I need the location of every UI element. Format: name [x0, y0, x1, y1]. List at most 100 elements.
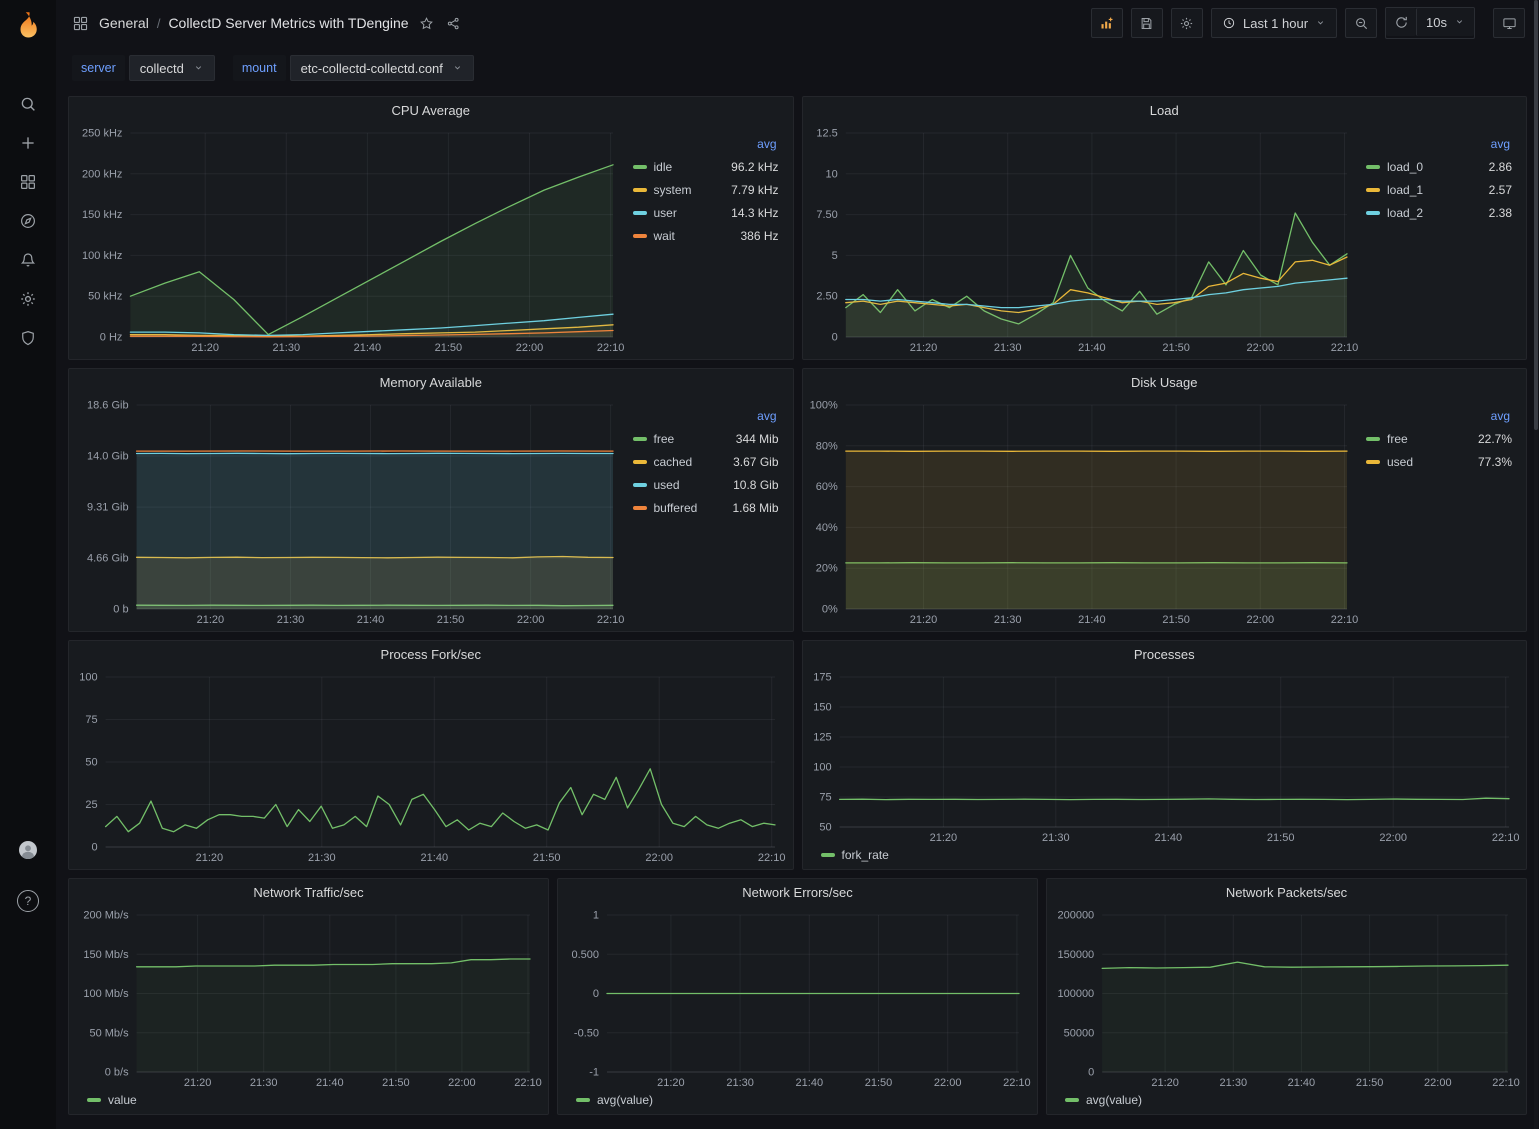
zoom-out-button[interactable] — [1345, 8, 1377, 38]
svg-text:22:00: 22:00 — [448, 1077, 476, 1089]
search-button[interactable] — [8, 84, 48, 123]
svg-text:-1: -1 — [589, 1067, 599, 1079]
legend-item[interactable]: system7.79 kHz — [633, 178, 779, 201]
star-dashboard-button[interactable] — [417, 14, 436, 33]
legend-item[interactable]: free344 Mib — [633, 427, 779, 450]
panel-network-traffic: Network Traffic/sec 21:2021:3021:4021:50… — [68, 878, 549, 1115]
legend-header-avg[interactable]: avg — [1366, 409, 1512, 423]
dashboards-button[interactable] — [8, 162, 48, 201]
panel-title[interactable]: Processes — [803, 641, 1527, 667]
legend-item[interactable]: load_22.38 — [1366, 201, 1512, 224]
user-avatar[interactable] — [8, 830, 48, 869]
variable-select-server[interactable]: collectd — [129, 55, 215, 81]
search-icon — [19, 95, 37, 113]
svg-text:21:20: 21:20 — [197, 614, 225, 626]
legend-item[interactable]: idle96.2 kHz — [633, 155, 779, 178]
apps-button[interactable] — [70, 15, 91, 32]
configuration-button[interactable] — [8, 279, 48, 318]
svg-text:21:20: 21:20 — [1151, 1077, 1179, 1089]
legend-item[interactable]: free22.7% — [1366, 427, 1512, 450]
panel-title[interactable]: Load — [803, 97, 1527, 123]
legend-item[interactable]: user14.3 kHz — [633, 201, 779, 224]
save-dashboard-button[interactable] — [1131, 8, 1163, 38]
svg-text:22:10: 22:10 — [597, 614, 625, 626]
panel-title[interactable]: Network Errors/sec — [558, 879, 1037, 905]
svg-text:0 b: 0 b — [113, 604, 128, 616]
legend-item[interactable]: load_02.86 — [1366, 155, 1512, 178]
legend-item[interactable]: used77.3% — [1366, 450, 1512, 473]
plot-area[interactable]: 21:2021:3021:4021:5022:0022:100500001000… — [1053, 907, 1520, 1090]
svg-text:21:20: 21:20 — [909, 342, 937, 354]
svg-text:21:30: 21:30 — [993, 614, 1021, 626]
legend-item[interactable]: avg(value) — [1065, 1090, 1142, 1110]
panel-title[interactable]: CPU Average — [69, 97, 793, 123]
svg-text:150000: 150000 — [1057, 949, 1094, 961]
legend-item[interactable]: wait386 Hz — [633, 224, 779, 247]
series-color-swatch — [633, 211, 647, 215]
legend-item[interactable]: buffered1.68 Mib — [633, 496, 779, 519]
svg-text:22:00: 22:00 — [516, 342, 544, 354]
help-button[interactable]: ? — [8, 881, 48, 920]
add-panel-button[interactable] — [1091, 8, 1123, 38]
panel-chart-area: 21:2021:3021:4021:5022:0022:100500001000… — [1047, 905, 1526, 1114]
plot-area[interactable]: 21:2021:3021:4021:5022:0022:100 b4.66 Gi… — [75, 397, 625, 627]
dashboard-settings-button[interactable] — [1171, 8, 1203, 38]
legend-header-avg[interactable]: avg — [633, 409, 779, 423]
top-navbar: General / CollectD Server Metrics with T… — [56, 0, 1539, 46]
variable-value-server: collectd — [140, 61, 184, 76]
legend-item[interactable]: used10.8 Gib — [633, 473, 779, 496]
legend-item[interactable]: avg(value) — [576, 1090, 653, 1110]
share-dashboard-button[interactable] — [444, 14, 463, 33]
svg-text:50: 50 — [85, 757, 97, 769]
cycle-view-mode-button[interactable] — [1493, 8, 1525, 38]
server-admin-button[interactable] — [8, 318, 48, 357]
plot-area[interactable]: 21:2021:3021:4021:5022:0022:100255075100 — [75, 669, 787, 865]
refresh-interval-picker[interactable]: 10s — [1416, 8, 1474, 36]
plot-area[interactable]: 21:2021:3021:4021:5022:0022:1002.5057.50… — [809, 125, 1359, 355]
series-avg-value: 2.86 — [1489, 160, 1512, 174]
legend-item[interactable]: fork_rate — [821, 845, 889, 865]
star-icon — [419, 16, 434, 31]
scrollbar-thumb[interactable] — [1534, 0, 1538, 430]
explore-button[interactable] — [8, 201, 48, 240]
panel-title[interactable]: Process Fork/sec — [69, 641, 793, 667]
svg-text:25: 25 — [85, 799, 97, 811]
series-avg-value: 10.8 Gib — [733, 478, 778, 492]
svg-text:100: 100 — [813, 762, 831, 774]
plus-icon — [19, 134, 37, 152]
breadcrumb-folder[interactable]: General — [99, 15, 149, 31]
series-name: value — [108, 1093, 137, 1107]
avatar-icon — [19, 841, 37, 859]
scrollbar[interactable] — [1534, 0, 1538, 1129]
legend-item[interactable]: load_12.57 — [1366, 178, 1512, 201]
alerting-button[interactable] — [8, 240, 48, 279]
svg-text:21:20: 21:20 — [184, 1077, 212, 1089]
series-avg-value: 2.38 — [1489, 206, 1512, 220]
legend-item[interactable]: value — [87, 1090, 137, 1110]
svg-text:21:50: 21:50 — [437, 614, 465, 626]
svg-text:50 Mb/s: 50 Mb/s — [89, 1027, 129, 1039]
svg-text:21:40: 21:40 — [316, 1077, 344, 1089]
legend-item[interactable]: cached3.67 Gib — [633, 450, 779, 473]
time-range-picker[interactable]: Last 1 hour — [1211, 8, 1337, 38]
grafana-logo[interactable] — [11, 8, 45, 42]
svg-text:22:00: 22:00 — [1379, 832, 1407, 844]
legend-header-avg[interactable]: avg — [1366, 137, 1512, 151]
plot-area[interactable]: 21:2021:3021:4021:5022:0022:105075100125… — [809, 669, 1521, 845]
series-avg-value: 7.79 kHz — [731, 183, 778, 197]
svg-text:21:20: 21:20 — [191, 342, 219, 354]
plot-area[interactable]: 21:2021:3021:4021:5022:0022:10-1-0.5000.… — [564, 907, 1031, 1090]
panel-title[interactable]: Network Traffic/sec — [69, 879, 548, 905]
create-button[interactable] — [8, 123, 48, 162]
panel-legend: avg(value) — [564, 1090, 1031, 1110]
variable-select-mount[interactable]: etc-collectd-collectd.conf — [290, 55, 474, 81]
panel-title[interactable]: Network Packets/sec — [1047, 879, 1526, 905]
refresh-button[interactable] — [1386, 8, 1416, 36]
panel-title[interactable]: Memory Available — [69, 369, 793, 395]
legend-header-avg[interactable]: avg — [633, 137, 779, 151]
panel-chart-area: 21:2021:3021:4021:5022:0022:10-1-0.5000.… — [558, 905, 1037, 1114]
panel-title[interactable]: Disk Usage — [803, 369, 1527, 395]
plot-area[interactable]: 21:2021:3021:4021:5022:0022:100%20%40%60… — [809, 397, 1359, 627]
plot-area[interactable]: 21:2021:3021:4021:5022:0022:100 b/s50 Mb… — [75, 907, 542, 1090]
plot-area[interactable]: 21:2021:3021:4021:5022:0022:100 Hz50 kHz… — [75, 125, 625, 355]
